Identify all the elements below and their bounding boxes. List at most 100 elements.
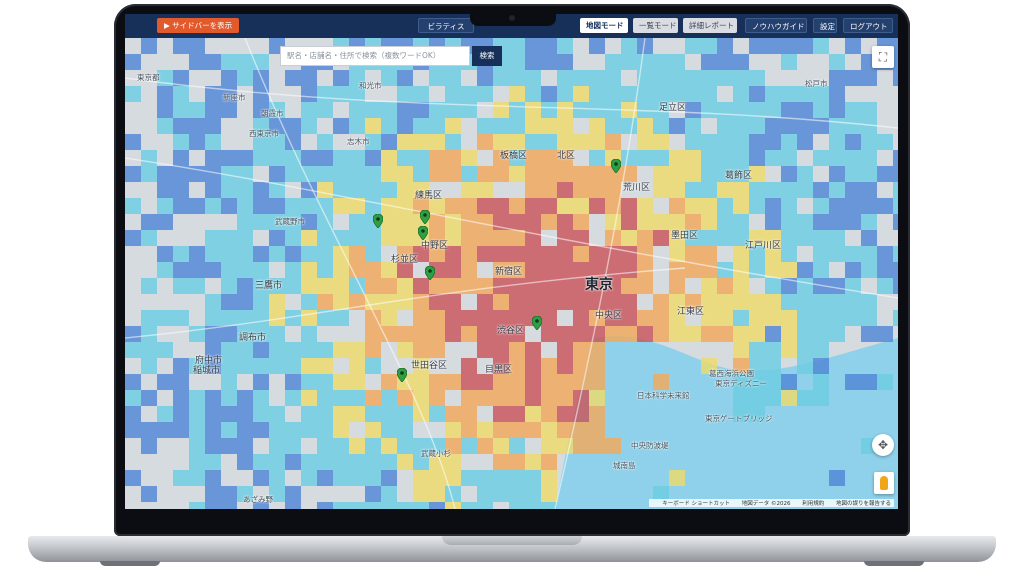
- heat-cell: [189, 38, 205, 54]
- heat-cell: [573, 326, 589, 342]
- heat-cell: [733, 86, 749, 102]
- logout-button[interactable]: ログアウト: [843, 18, 893, 33]
- heat-cell: [141, 358, 157, 374]
- heat-cell: [381, 438, 397, 454]
- heat-cell: [797, 166, 813, 182]
- heat-cell: [589, 182, 605, 198]
- heat-cell: [525, 502, 541, 509]
- fullscreen-icon[interactable]: ⛶: [872, 46, 894, 68]
- heat-cell: [541, 390, 557, 406]
- heat-cell: [557, 214, 573, 230]
- heat-cell: [173, 406, 189, 422]
- heat-cell: [861, 214, 877, 230]
- heat-cell: [445, 150, 461, 166]
- heat-cell: [205, 294, 221, 310]
- heat-cell: [285, 342, 301, 358]
- heat-cell: [125, 54, 141, 70]
- heat-cell: [173, 182, 189, 198]
- heat-cell: [189, 134, 205, 150]
- heat-cell: [317, 454, 333, 470]
- heat-cell: [445, 198, 461, 214]
- heat-cell: [301, 422, 317, 438]
- heat-cell: [285, 150, 301, 166]
- heat-cell: [557, 70, 573, 86]
- settings-button[interactable]: 設定: [813, 18, 837, 33]
- heat-cell: [621, 326, 637, 342]
- store-pin-icon[interactable]: [611, 159, 621, 173]
- heatmap-map[interactable]: 東京 練馬区 板橋区 北区 足立区 荒川区 葛飾区 中野区 杉並区 新宿区 墨田区 江戸川区 中央区 江東…: [125, 38, 898, 509]
- heat-cell: [701, 150, 717, 166]
- heat-cell: [509, 102, 525, 118]
- heat-cell: [237, 438, 253, 454]
- heat-cell: [317, 406, 333, 422]
- heat-cell: [829, 86, 845, 102]
- heat-cell: [717, 102, 733, 118]
- place-label: 新座市: [223, 93, 246, 102]
- place-label: 西東京市: [249, 129, 279, 138]
- store-pin-icon[interactable]: [532, 316, 542, 330]
- place-label: 東京ディズニー: [715, 379, 767, 388]
- heat-cell: [413, 134, 429, 150]
- map-attribution: キーボード ショートカット 地図データ ©2026 利用規約 地図の誤りを報告す…: [649, 499, 894, 507]
- zoom-icon[interactable]: ✥: [872, 434, 894, 456]
- heat-cell: [205, 102, 221, 118]
- show-sidebar-button[interactable]: ▶ サイドバーを表示: [157, 18, 240, 33]
- knowhow-guide-button[interactable]: ノウハウガイド: [745, 18, 807, 33]
- heat-cell: [253, 182, 269, 198]
- heat-cell: [781, 310, 797, 326]
- heat-cell: [525, 246, 541, 262]
- heat-cell: [157, 214, 173, 230]
- heat-cell: [589, 358, 605, 374]
- heat-cell: [381, 390, 397, 406]
- heat-cell: [861, 198, 877, 214]
- heat-cell: [413, 374, 429, 390]
- heat-cell: [333, 230, 349, 246]
- store-pin-icon[interactable]: [373, 214, 383, 228]
- store-pin-icon[interactable]: [397, 368, 407, 382]
- heat-cell: [221, 294, 237, 310]
- heat-cell: [461, 502, 477, 509]
- heat-cell: [157, 102, 173, 118]
- heat-cell: [781, 390, 797, 406]
- heat-cell: [157, 86, 173, 102]
- heat-cell: [685, 198, 701, 214]
- heat-cell: [493, 454, 509, 470]
- header-button-biratisu[interactable]: ビラティス: [418, 18, 474, 33]
- heat-cell: [733, 134, 749, 150]
- store-pin-icon[interactable]: [418, 226, 428, 240]
- search-input[interactable]: 駅名・店舗名・住所で検索（複数ワードOK）: [280, 46, 470, 66]
- heat-cell: [701, 86, 717, 102]
- search-button[interactable]: 検索: [472, 46, 502, 66]
- list-mode-button[interactable]: 一覧モード: [633, 18, 678, 33]
- map-mode-button[interactable]: 地図モード: [580, 18, 628, 33]
- heat-cell: [573, 214, 589, 230]
- heat-cell: [813, 150, 829, 166]
- heat-cell: [253, 294, 269, 310]
- heat-cell: [621, 150, 637, 166]
- heat-cell: [125, 470, 141, 486]
- heat-cell: [493, 198, 509, 214]
- heat-cell: [685, 38, 701, 54]
- heat-cell: [141, 486, 157, 502]
- heat-cell: [765, 102, 781, 118]
- heat-cell: [669, 54, 685, 70]
- heat-cell: [173, 310, 189, 326]
- store-pin-icon[interactable]: [420, 210, 430, 224]
- heat-cell: [317, 182, 333, 198]
- attribution-terms[interactable]: 利用規約: [802, 501, 824, 507]
- attribution-shortcuts[interactable]: キーボード ショートカット: [662, 501, 730, 507]
- heat-cell: [381, 470, 397, 486]
- heat-cell: [781, 54, 797, 70]
- detail-report-button[interactable]: 詳細レポート: [683, 18, 737, 33]
- heat-cell: [317, 246, 333, 262]
- heat-cell: [685, 86, 701, 102]
- place-label: 北区: [557, 151, 576, 161]
- heat-cell: [301, 102, 317, 118]
- store-pin-icon[interactable]: [425, 266, 435, 280]
- heat-cell: [813, 230, 829, 246]
- place-label: 東京都: [137, 73, 160, 82]
- pegman-icon[interactable]: [874, 472, 894, 494]
- attribution-report[interactable]: 地図の誤りを報告する: [836, 501, 891, 507]
- heat-cell: [621, 230, 637, 246]
- heat-cell: [653, 310, 669, 326]
